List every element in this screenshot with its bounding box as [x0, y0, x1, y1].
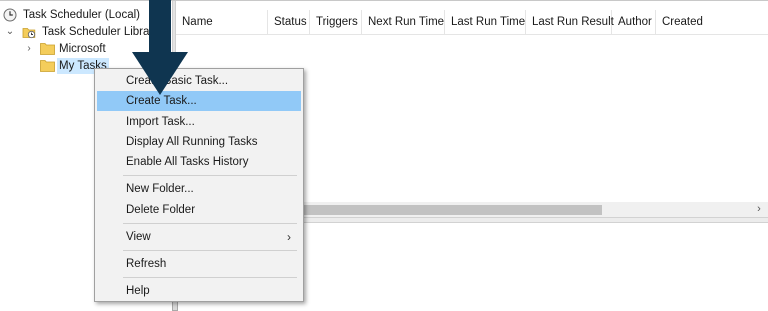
menu-separator	[123, 277, 297, 278]
menu-item-view[interactable]: View ›	[97, 227, 301, 247]
column-header-status[interactable]: Status	[268, 10, 310, 34]
column-header-row: Name Status Triggers Next Run Time Last …	[176, 10, 768, 35]
menu-item-help[interactable]: Help	[97, 281, 301, 301]
menu-item-import-task[interactable]: Import Task...	[97, 112, 301, 132]
menu-item-display-running-tasks[interactable]: Display All Running Tasks	[97, 132, 301, 152]
scroll-right-icon[interactable]: ›	[753, 202, 765, 217]
submenu-arrow-icon: ›	[287, 230, 291, 244]
column-header-triggers[interactable]: Triggers	[310, 10, 362, 34]
menu-separator	[123, 250, 297, 251]
menu-item-enable-tasks-history[interactable]: Enable All Tasks History	[97, 152, 301, 172]
chevron-right-icon[interactable]: ›	[24, 41, 34, 57]
tree-item-root-label: Task Scheduler (Local)	[23, 9, 140, 21]
column-header-next-run-time[interactable]: Next Run Time	[362, 10, 445, 34]
menu-item-refresh[interactable]: Refresh	[97, 254, 301, 274]
clock-icon	[3, 8, 17, 22]
menu-item-create-task[interactable]: Create Task...	[97, 91, 301, 111]
task-library-icon	[22, 28, 36, 39]
menu-item-view-label: View	[126, 231, 151, 243]
menu-separator	[123, 223, 297, 224]
column-header-created[interactable]: Created	[656, 10, 768, 34]
chevron-down-icon[interactable]: ⌄	[5, 24, 15, 40]
folder-icon	[40, 43, 55, 55]
menu-separator	[123, 175, 297, 176]
column-header-author[interactable]: Author	[612, 10, 656, 34]
column-header-last-run-result[interactable]: Last Run Result	[526, 10, 614, 34]
down-arrow-icon	[132, 0, 188, 95]
tree-item-microsoft-label: Microsoft	[59, 43, 106, 55]
menu-item-create-basic-task[interactable]: Create Basic Task...	[97, 71, 301, 91]
folder-icon	[40, 60, 55, 72]
context-menu: Create Basic Task... Create Task... Impo…	[94, 68, 304, 302]
column-header-last-run-time[interactable]: Last Run Time	[445, 10, 526, 34]
menu-item-delete-folder[interactable]: Delete Folder	[97, 200, 301, 220]
menu-item-new-folder[interactable]: New Folder...	[97, 179, 301, 199]
